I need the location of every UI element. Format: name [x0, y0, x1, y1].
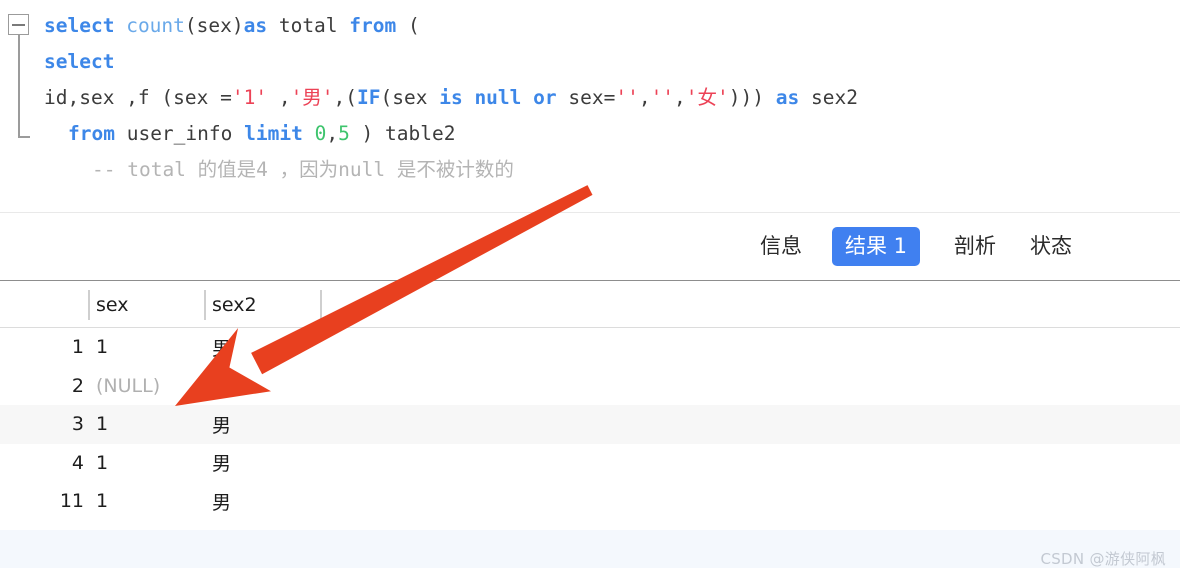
table-row[interactable]: 41男 [0, 444, 1180, 483]
row-number: 3 [71, 413, 84, 436]
column-separator[interactable] [204, 290, 206, 320]
code-token-fn: count [126, 14, 185, 37]
window-footer [0, 568, 1180, 582]
code-token-pl: user_info [114, 122, 245, 145]
result-tabs[interactable]: 信息 结果 1 剖析 状态 [0, 213, 1180, 280]
code-fold-bracket-foot [18, 136, 30, 138]
sql-code-text[interactable]: select count(sex)as total from (select id… [44, 8, 1180, 188]
code-token-kw: IF [357, 86, 381, 109]
code-token-pl: , [326, 122, 339, 145]
code-line: id,sex ,f (sex ='1' ,'男',(IF(sex is null… [44, 80, 1180, 116]
code-token-pl: (sex) [184, 14, 244, 37]
tab-item-3[interactable]: 状态 [1030, 236, 1072, 257]
sql-editor-pane[interactable]: select count(sex)as total from (select id… [0, 0, 1180, 212]
code-token-kw: select [44, 50, 115, 73]
code-token-kw: select [44, 14, 115, 37]
cell-sex2[interactable] [212, 367, 320, 406]
code-token-pl: id,sex ,f (sex = [44, 86, 232, 109]
code-token-pl: , [267, 86, 291, 109]
table-row[interactable]: 2 (NULL) [0, 367, 1180, 406]
code-token-pl: sex= [556, 86, 616, 109]
cell-sex[interactable]: 1 [96, 482, 204, 521]
code-token-pl: total [267, 14, 350, 37]
editor-fold-gutter[interactable] [0, 0, 40, 212]
code-token-pl: ))) [728, 86, 776, 109]
code-token-pl: , [674, 86, 686, 109]
row-number: 11 [59, 490, 84, 513]
code-line: -- total 的值是4 ，因为null 是不被计数的 [44, 152, 1180, 188]
code-token-str: '男' [290, 86, 334, 109]
code-token-kw: limit [244, 122, 303, 145]
row-number: 1 [71, 336, 84, 359]
code-token-kw: is null or [439, 86, 557, 109]
column-separator[interactable] [88, 290, 90, 320]
cell-sex[interactable]: 1 [96, 405, 204, 444]
cell-sex2[interactable]: 男 [212, 444, 320, 483]
cell-sex2[interactable]: 男 [212, 482, 320, 521]
code-token-pl: ) table2 [349, 122, 456, 145]
code-token-kw: as [775, 86, 800, 109]
code-token-str: '' [615, 86, 639, 109]
cell-sex2[interactable]: 男 [212, 405, 320, 444]
grid-body[interactable]: 1 1 男 2 (NULL) 3 1 男 4 1 男 11 1 男 [0, 328, 1180, 521]
column-separator[interactable] [320, 290, 322, 320]
code-fold-minus-icon[interactable] [8, 14, 29, 35]
code-token-cmt: -- total 的值是4 ，因为null 是不被计数的 [92, 158, 514, 181]
column-header-sex[interactable]: sex [96, 281, 196, 328]
code-line: select [44, 44, 1180, 80]
code-token-kw: as [243, 14, 268, 37]
tab-item-2[interactable]: 剖析 [954, 236, 996, 257]
row-number: 2 [71, 374, 84, 397]
cell-sex2[interactable]: 男 [212, 328, 320, 367]
code-line: select count(sex)as total from ( [44, 8, 1180, 44]
code-token-num: 0 [314, 122, 327, 145]
sql-client-window: select count(sex)as total from (select id… [0, 0, 1180, 582]
cell-sex[interactable]: 1 [96, 328, 204, 367]
code-token-str: '' [650, 86, 675, 109]
table-row[interactable]: 31男 [0, 405, 1180, 444]
code-line: from user_info limit 0,5 ) table2 [44, 116, 1180, 152]
code-token-num: 5 [338, 122, 350, 145]
code-token-str: '1' [231, 86, 268, 109]
code-token-pl: (sex [380, 86, 440, 109]
tab-item-0[interactable]: 信息 [760, 236, 802, 257]
grid-header-row: sex sex2 [0, 281, 1180, 328]
code-token-pl: ( [396, 14, 420, 37]
result-grid[interactable]: sex sex2 1 1 男 2 (NULL) 3 1 男 4 1 男 11 1 男 [0, 281, 1180, 530]
status-band [0, 530, 1180, 568]
code-token-str: '女' [685, 86, 729, 109]
cell-sex[interactable]: (NULL) [96, 367, 204, 406]
code-token-kw: from [349, 14, 397, 37]
column-header-sex2[interactable]: sex2 [212, 281, 312, 328]
code-token-pl: sex2 [799, 86, 858, 109]
cell-sex[interactable]: 1 [96, 444, 204, 483]
tab-active-1[interactable]: 结果 1 [831, 227, 920, 266]
table-row[interactable]: 11男 [0, 328, 1180, 367]
code-fold-bracket-line [18, 35, 20, 137]
table-row[interactable]: 11 1 男 [0, 482, 1180, 521]
row-number: 4 [71, 451, 84, 474]
code-token-kw: from [68, 122, 115, 145]
code-token-pl: ,( [333, 86, 358, 109]
csdn-watermark: CSDN @游侠阿枫 [1040, 550, 1166, 568]
code-token-pl: , [638, 86, 651, 109]
